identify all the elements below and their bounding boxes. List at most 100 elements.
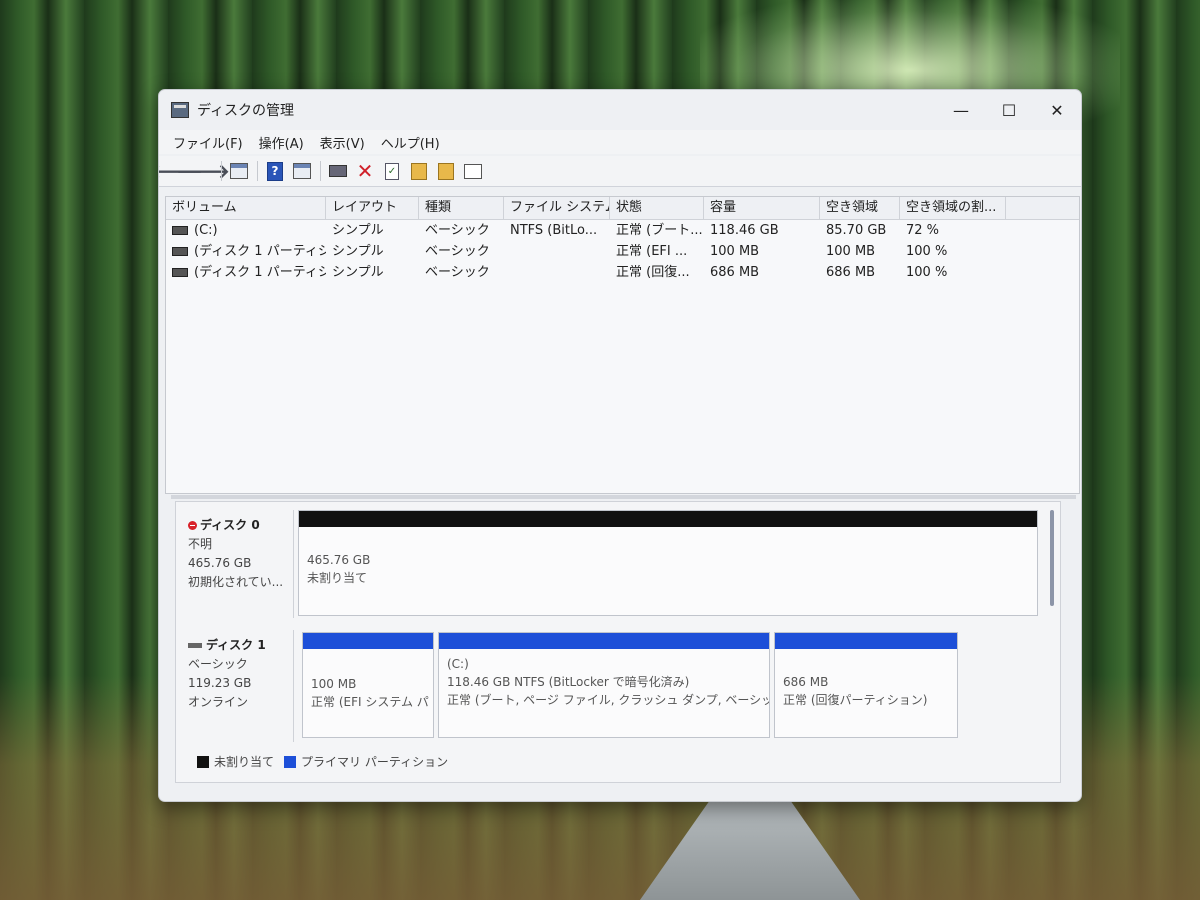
menu-view[interactable]: 表示(V) — [312, 133, 373, 152]
close-button[interactable]: ✕ — [1033, 90, 1081, 130]
partition-bar — [775, 633, 957, 649]
column-header-layout[interactable]: レイアウト — [326, 197, 419, 219]
background-path — [640, 790, 860, 900]
cell-free-space: 686 MB — [826, 265, 876, 280]
column-header-status[interactable]: 状態 — [610, 197, 704, 219]
pane-splitter[interactable] — [171, 495, 1076, 499]
legend-swatch-primary — [284, 755, 297, 768]
partition-recovery[interactable]: 686 MB 正常 (回復パーティション) — [774, 632, 958, 738]
settings-list-button[interactable] — [462, 160, 484, 182]
cell-layout: シンプル — [332, 265, 384, 280]
toolbar: 🡐 🡒 ? ✕ ✓ — [159, 156, 1081, 187]
title-bar[interactable]: ディスクの管理 — ☐ ✕ — [159, 90, 1081, 130]
volume-table-header: ボリューム レイアウト 種類 ファイル システム 状態 容量 空き領域 空き領域… — [166, 197, 1079, 220]
folder-open-icon — [411, 162, 427, 180]
checklist-icon: ✓ — [385, 162, 399, 180]
cell-volume: (C:) — [166, 220, 326, 241]
connect-drive-button[interactable] — [327, 160, 349, 182]
explore-button[interactable] — [435, 160, 457, 182]
maximize-button[interactable]: ☐ — [985, 90, 1033, 130]
cell-free-space: 85.70 GB — [826, 223, 887, 238]
cell-layout: シンプル — [332, 244, 384, 259]
cell-filesystem — [504, 241, 610, 262]
column-header-type[interactable]: 種類 — [419, 197, 504, 219]
disk-info-1[interactable]: ディスク 1 ベーシック 119.23 GB オンライン — [176, 630, 294, 742]
partition-size: 100 MB — [311, 677, 357, 691]
disk-size: 119.23 GB — [188, 676, 252, 690]
cell-status: 正常 (EFI ... — [616, 244, 688, 259]
menu-bar: ファイル(F) 操作(A) 表示(V) ヘルプ(H) — [159, 130, 1081, 154]
partition-status: 正常 (ブート, ページ ファイル, クラッシュ ダンプ, ベーシック データ — [447, 693, 769, 707]
console-tree-icon — [230, 163, 248, 179]
disk-status: オンライン — [188, 695, 249, 709]
folder-search-icon — [438, 162, 454, 180]
legend-swatch-unallocated — [197, 755, 209, 768]
cell-type: ベーシック — [425, 244, 490, 259]
disk-graphical-view: ディスク 0 不明 465.76 GB 初期化されてい... 465.76 GB… — [175, 501, 1061, 783]
column-header-capacity[interactable]: 容量 — [704, 197, 820, 219]
column-header-volume[interactable]: ボリューム — [166, 197, 326, 219]
volume-icon — [172, 226, 188, 235]
warning-icon — [188, 521, 197, 530]
partition-size: 465.76 GB — [307, 553, 371, 567]
open-button[interactable] — [408, 160, 430, 182]
table-row[interactable]: (ディスク 1 パーティショ... シンプル ベーシック 正常 (回復... 6… — [166, 262, 1079, 283]
partition-label: (C:) — [447, 657, 469, 671]
partition-bar — [439, 633, 769, 649]
help-button[interactable]: ? — [264, 160, 286, 182]
drive-icon — [329, 165, 347, 177]
disk-icon — [188, 643, 202, 648]
table-row[interactable]: (C:) シンプル ベーシック NTFS (BitLo... 正常 (ブート..… — [166, 220, 1079, 241]
action-pane-button[interactable] — [291, 160, 313, 182]
disk-status: 初期化されてい... — [188, 575, 284, 589]
cell-type: ベーシック — [425, 265, 490, 280]
disk-name: ディスク 0 — [200, 518, 260, 532]
cell-percent-free: 100 % — [906, 265, 948, 280]
delete-button[interactable]: ✕ — [354, 159, 376, 183]
delete-icon: ✕ — [356, 159, 374, 183]
menu-action[interactable]: 操作(A) — [251, 133, 312, 152]
volume-icon — [172, 268, 188, 277]
cell-filesystem: NTFS (BitLo... — [510, 223, 598, 238]
column-header-free-space[interactable]: 空き領域 — [820, 197, 900, 219]
disk-type: 不明 — [188, 537, 213, 551]
cell-status: 正常 (回復... — [616, 265, 690, 280]
partition-efi[interactable]: 100 MB 正常 (EFI システム パ — [302, 632, 434, 738]
volume-icon — [172, 247, 188, 256]
legend: 未割り当て プライマリ パーティション — [197, 753, 448, 770]
partition-c[interactable]: (C:) 118.46 GB NTFS (BitLocker で暗号化済み) 正… — [438, 632, 770, 738]
show-hide-console-tree-button[interactable] — [228, 160, 250, 182]
legend-label-primary: プライマリ パーティション — [301, 755, 449, 769]
minimize-button[interactable]: — — [937, 90, 985, 130]
list-icon — [464, 163, 482, 179]
cell-status: 正常 (ブート... — [616, 223, 703, 238]
disk-name: ディスク 1 — [206, 638, 266, 652]
cell-filesystem — [504, 262, 610, 283]
volume-list: ボリューム レイアウト 種類 ファイル システム 状態 容量 空き領域 空き領域… — [165, 196, 1080, 494]
cell-capacity: 100 MB — [710, 244, 760, 259]
cell-capacity: 686 MB — [710, 265, 760, 280]
table-row[interactable]: (ディスク 1 パーティショ... シンプル ベーシック 正常 (EFI ...… — [166, 241, 1079, 262]
help-icon: ? — [267, 161, 283, 181]
properties-button[interactable]: ✓ — [381, 160, 403, 182]
cell-percent-free: 72 % — [906, 223, 940, 238]
partition-status: 正常 (回復パーティション) — [783, 693, 928, 707]
column-header-filesystem[interactable]: ファイル システム — [504, 197, 610, 219]
window-title: ディスクの管理 — [197, 103, 295, 119]
vertical-scrollbar[interactable] — [1050, 510, 1054, 606]
disk-management-window: ディスクの管理 — ☐ ✕ ファイル(F) 操作(A) 表示(V) ヘルプ(H)… — [158, 89, 1082, 802]
cell-free-space: 100 MB — [826, 244, 876, 259]
partition-size: 118.46 GB NTFS (BitLocker で暗号化済み) — [447, 675, 690, 689]
column-header-percent-free[interactable]: 空き領域の割... — [900, 197, 1006, 219]
menu-file[interactable]: ファイル(F) — [165, 133, 251, 152]
cell-volume: (ディスク 1 パーティショ... — [166, 262, 326, 283]
disk-info-0[interactable]: ディスク 0 不明 465.76 GB 初期化されてい... — [176, 510, 294, 618]
cell-percent-free: 100 % — [906, 244, 948, 259]
disk-type: ベーシック — [188, 657, 248, 671]
menu-help[interactable]: ヘルプ(H) — [373, 133, 448, 152]
forward-button[interactable]: 🡒 — [176, 159, 230, 183]
toolbar-separator — [221, 161, 222, 181]
cell-layout: シンプル — [332, 223, 384, 238]
partition-unallocated[interactable]: 465.76 GB 未割り当て — [298, 510, 1038, 616]
action-pane-icon — [293, 163, 311, 179]
